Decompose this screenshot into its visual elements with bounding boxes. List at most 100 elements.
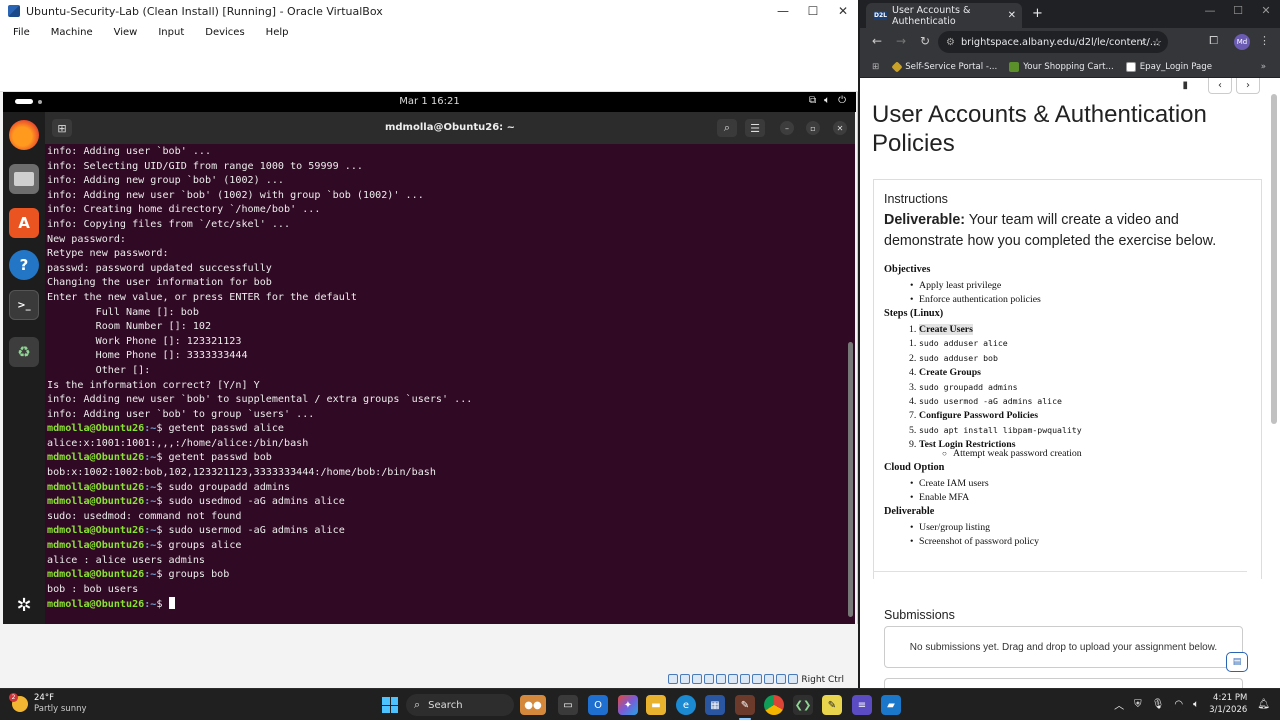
prompt-path: :~ — [144, 481, 157, 493]
bookmark-epay[interactable]: Epay_Login Page — [1125, 61, 1212, 72]
gnome-clock[interactable]: Mar 1 16:21 — [3, 96, 856, 107]
search-icon[interactable]: ⌕ — [717, 119, 737, 137]
terminal-output[interactable]: info: Adding user `bob' ... info: Selecti… — [47, 145, 843, 622]
recording-icon[interactable] — [752, 674, 762, 684]
gnome-system-tray[interactable]: ⧉ 🔈︎ ⏻ — [809, 95, 846, 106]
file-explorer-icon[interactable]: ▬ — [646, 695, 666, 715]
bookmark-icon[interactable]: ▮ — [1182, 80, 1188, 91]
terminal-app-icon[interactable]: ≡ — [852, 695, 872, 715]
notepad-plus-icon[interactable]: ✎ — [822, 695, 842, 715]
bookmark-star-icon[interactable]: ☆ — [1152, 36, 1162, 49]
show-apps-icon[interactable]: ✲ — [9, 590, 39, 620]
more-bookmarks-icon[interactable]: » — [1261, 62, 1266, 72]
reload-icon[interactable]: ↻ — [920, 34, 930, 48]
extensions-icon[interactable]: ⧠ — [1209, 34, 1218, 48]
sticky-app-icon[interactable]: ✎ — [735, 695, 755, 715]
speaker-icon[interactable]: 🔈︎ — [1193, 699, 1199, 710]
back-icon[interactable]: ← — [872, 34, 882, 48]
keyboard-icon[interactable] — [788, 674, 798, 684]
menu-view[interactable]: View — [114, 27, 138, 38]
menu-devices[interactable]: Devices — [205, 27, 244, 38]
submissions-heading: Submissions — [884, 608, 955, 622]
chrome-icon[interactable] — [764, 695, 784, 715]
new-tab-icon[interactable]: + — [1032, 6, 1043, 21]
vbox-titlebar[interactable]: Ubuntu-Security-Lab (Clean Install) [Run… — [0, 0, 858, 22]
submission-dropzone[interactable]: No submissions yet. Drag and drop to upl… — [884, 626, 1243, 668]
app-center-icon[interactable]: A — [9, 208, 39, 238]
minimize-icon[interactable]: — — [1196, 4, 1224, 17]
maximize-icon[interactable]: ☐ — [798, 0, 828, 22]
menu-input[interactable]: Input — [158, 27, 184, 38]
help-icon[interactable]: ? — [9, 250, 39, 280]
zoom-icon[interactable]: ⌕ — [1140, 37, 1146, 48]
firefox-icon[interactable] — [9, 120, 39, 150]
files-icon[interactable] — [9, 164, 39, 194]
audio-icon[interactable] — [692, 674, 702, 684]
close-icon[interactable]: ✕ — [833, 121, 847, 135]
display-icon[interactable] — [740, 674, 750, 684]
terminal-output-line: info: Selecting UID/GID from range 1000 … — [47, 160, 364, 172]
cpu-icon[interactable] — [764, 674, 774, 684]
taskbar-clock[interactable]: 4:21 PM 3/1/2026 — [1209, 692, 1247, 716]
menu-file[interactable]: File — [13, 27, 30, 38]
prompt-user: mdmolla@Obuntu26 — [47, 525, 145, 537]
vbox-device-icons[interactable] — [668, 674, 798, 684]
bookmark-self-service[interactable]: Self-Service Portal -... — [891, 60, 997, 73]
command-text: $ groups bob — [156, 569, 230, 581]
terminal-output-line: info: Adding user `bob' to group `users'… — [47, 408, 315, 420]
apps-grid-icon[interactable]: ⊞ — [872, 62, 879, 72]
store-icon[interactable]: ▦ — [705, 695, 725, 715]
weather-widget[interactable]: 2 24°F Partly sunny — [9, 693, 87, 715]
terminal-icon[interactable]: >_ — [9, 290, 39, 320]
copilot-icon[interactable]: ✦ — [618, 695, 638, 715]
shared-folder-icon[interactable] — [728, 674, 738, 684]
bookmark-shopping-cart[interactable]: Your Shopping Cart... — [1009, 61, 1114, 72]
chevron-up-icon[interactable]: ︿ — [1114, 697, 1124, 712]
menu-machine[interactable]: Machine — [51, 27, 93, 38]
microphone-icon[interactable]: 🎙︎ — [1152, 699, 1165, 710]
page-scrollbar[interactable] — [1271, 94, 1277, 424]
next-topic-icon[interactable]: › — [1236, 78, 1260, 94]
menu-help[interactable]: Help — [266, 27, 289, 38]
minimize-icon[interactable]: – — [780, 121, 794, 135]
profile-avatar[interactable]: Md — [1234, 34, 1250, 50]
vscode-icon[interactable]: ❮❯ — [793, 695, 813, 715]
terminal-window[interactable]: ⊞ mdmolla@Obuntu26: ~ ⌕ ☰ – ▫ ✕ info: Ad… — [45, 112, 855, 624]
step-text: sudo usermod -aG admins alice — [919, 396, 1062, 406]
terminal-scrollbar[interactable] — [848, 342, 853, 617]
maximize-icon[interactable]: ☐ — [1224, 4, 1252, 17]
upload-area[interactable] — [884, 678, 1243, 688]
edge-icon[interactable]: e — [676, 695, 696, 715]
hdd-icon[interactable] — [668, 674, 678, 684]
usb-icon[interactable] — [716, 674, 726, 684]
start-button[interactable] — [382, 697, 398, 713]
mouse-icon[interactable] — [776, 674, 786, 684]
outlook-icon[interactable]: O — [588, 695, 608, 715]
virtualbox-taskbar-icon[interactable]: ▰ — [881, 695, 901, 715]
optical-icon[interactable] — [680, 674, 690, 684]
trash-icon[interactable]: ♻ — [9, 337, 39, 367]
network-icon[interactable] — [704, 674, 714, 684]
site-info-icon[interactable]: ⚙ — [946, 37, 955, 48]
minimize-icon[interactable]: — — [768, 0, 798, 22]
taskbar-search[interactable]: ⌕ Search — [406, 694, 514, 716]
terminal-headerbar[interactable]: ⊞ mdmolla@Obuntu26: ~ ⌕ ☰ – ▫ ✕ — [45, 112, 855, 144]
task-view-icon[interactable]: ▭ — [558, 695, 578, 715]
hamburger-menu-icon[interactable]: ☰ — [745, 119, 765, 137]
forward-icon[interactable]: → — [896, 34, 906, 48]
maximize-icon[interactable]: ▫ — [806, 121, 820, 135]
browser-toolbar: ← → ↻ ⚙ brightspace.albany.edu/d2l/le/co… — [860, 28, 1280, 56]
close-icon[interactable]: ✕ — [828, 0, 858, 22]
address-bar[interactable]: ⚙ brightspace.albany.edu/d2l/le/content/… — [938, 31, 1168, 53]
wifi-icon[interactable]: ◠ — [1174, 699, 1183, 710]
close-tab-icon[interactable]: ✕ — [1008, 10, 1016, 21]
widgets-icon[interactable]: ●● — [520, 695, 546, 715]
close-icon[interactable]: ✕ — [1252, 4, 1280, 17]
previous-topic-icon[interactable]: ‹ — [1208, 78, 1232, 94]
browser-tab[interactable]: D2L User Accounts & Authenticatio ✕ — [866, 3, 1022, 28]
notifications-icon[interactable]: 🔔︎ — [1257, 699, 1270, 710]
security-icon[interactable]: ⛨ — [1134, 699, 1142, 710]
terminal-command-line: mdmolla@Obuntu26:~$ getent passwd alice — [47, 422, 843, 437]
chat-icon[interactable]: ▤ — [1226, 652, 1248, 672]
kebab-menu-icon[interactable]: ⋮ — [1259, 34, 1270, 47]
